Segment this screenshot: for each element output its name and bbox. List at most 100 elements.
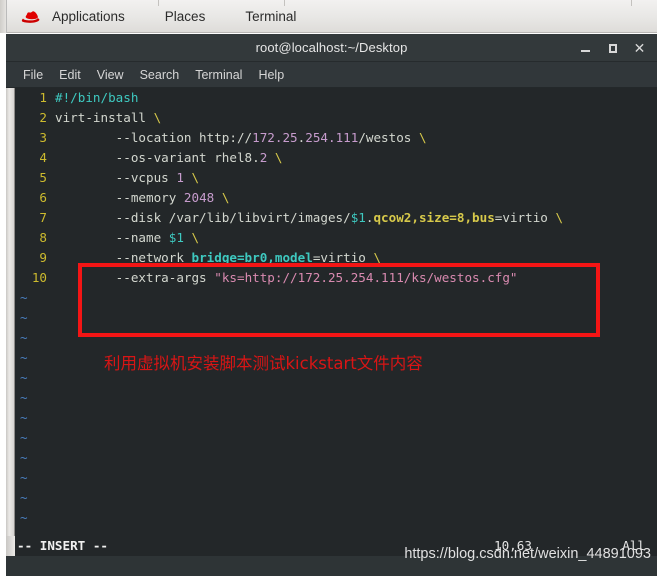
empty-line: ~: [6, 388, 657, 408]
code-line: 1 #!/bin/bash: [6, 88, 657, 108]
tilde-marker: ~: [20, 450, 28, 465]
redhat-fedora-icon: [20, 7, 42, 25]
window-title: root@localhost:~/Desktop: [255, 40, 408, 55]
line-number: 5: [39, 170, 47, 185]
code-line: 3 --location http://172.25.254.111/westo…: [6, 128, 657, 148]
menu-help[interactable]: Help: [250, 66, 292, 84]
chinese-annotation-text: 利用虚拟机安装脚本测试kickstart文件内容: [104, 354, 423, 373]
code-token: /westos: [358, 130, 419, 145]
code-token: =virtio: [312, 250, 374, 265]
code-token: qcow2,size=8,bus: [373, 210, 495, 225]
window-titlebar[interactable]: root@localhost:~/Desktop ✕: [6, 34, 657, 62]
code-token: #!/bin/bash: [55, 90, 139, 105]
tilde-marker: ~: [20, 330, 28, 345]
line-number: 9: [39, 250, 47, 265]
code-token: 1: [176, 170, 184, 185]
statusbar-left-edge: [6, 536, 15, 556]
menu-view[interactable]: View: [89, 66, 132, 84]
code-line: 8 --name $1 \: [6, 228, 657, 248]
empty-line: ~: [6, 488, 657, 508]
tilde-marker: ~: [20, 310, 28, 325]
code-token: --vcpus: [55, 170, 177, 185]
line-number: 1: [39, 90, 47, 105]
line-number: 2: [39, 110, 47, 125]
screen-root: Applications Places Terminal root@localh…: [0, 0, 657, 576]
code-token: virt-install: [55, 110, 154, 125]
empty-line: ~: [6, 468, 657, 488]
code-token: \: [274, 150, 283, 165]
code-token: --network: [55, 250, 192, 265]
tilde-marker: ~: [20, 290, 28, 305]
code-line: 9 --network bridge=br0,model=virtio \: [6, 248, 657, 268]
menu-edit[interactable]: Edit: [51, 66, 89, 84]
tilde-marker: ~: [20, 410, 28, 425]
line-number: 8: [39, 230, 47, 245]
empty-line: ~: [6, 428, 657, 448]
code-token: --os-variant rhel8.: [55, 150, 260, 165]
panel-tick-mark: [631, 0, 632, 6]
line-number: 4: [39, 150, 47, 165]
code-token: 2048: [183, 190, 215, 205]
watermark-url: https://blog.csdn.net/weixin_44891093: [404, 546, 651, 562]
minimize-icon[interactable]: [572, 34, 599, 62]
menu-terminal[interactable]: Terminal: [187, 66, 250, 84]
code-token: $1: [168, 230, 184, 245]
code-line: 10 --extra-args "ks=http://172.25.254.11…: [6, 268, 657, 288]
maximize-icon[interactable]: [599, 34, 626, 62]
empty-line: ~: [6, 308, 657, 328]
panel-menu-applications[interactable]: Applications: [43, 6, 134, 27]
code-token: =virtio: [494, 210, 556, 225]
line-number: 10: [31, 270, 47, 285]
empty-line: ~: [6, 508, 657, 528]
close-icon[interactable]: ✕: [626, 34, 653, 62]
panel-tick-mark: [158, 0, 159, 6]
code-token: bridge=br0,model: [191, 250, 313, 265]
code-line: 6 --memory 2048 \: [6, 188, 657, 208]
tilde-marker: ~: [20, 470, 28, 485]
menu-file[interactable]: File: [15, 66, 51, 84]
tilde-marker: ~: [20, 370, 28, 385]
empty-line: ~: [6, 408, 657, 428]
vim-mode-indicator: -- INSERT --: [17, 538, 108, 553]
code-token: \: [191, 230, 200, 245]
panel-left-edge: [0, 0, 7, 33]
code-token: --memory: [55, 190, 184, 205]
panel-menu-terminal[interactable]: Terminal: [236, 6, 305, 27]
empty-line: ~: [6, 448, 657, 468]
code-line: 4 --os-variant rhel8.2 \: [6, 148, 657, 168]
code-token: --extra-args: [55, 270, 215, 285]
code-token: \: [373, 250, 382, 265]
code-token: \: [153, 110, 162, 125]
line-number: 6: [39, 190, 47, 205]
code-line: 2 virt-install \: [6, 108, 657, 128]
panel-menu-places[interactable]: Places: [156, 6, 215, 27]
desktop-top-panel: Applications Places Terminal: [0, 0, 657, 33]
tilde-marker: ~: [20, 510, 28, 525]
code-token: "ks=http://172.25.254.111/ks/westos.cfg": [214, 270, 518, 285]
empty-line: ~: [6, 328, 657, 348]
terminal-menubar: File Edit View Search Terminal Help: [6, 62, 657, 88]
code-token: 254.111: [305, 130, 359, 145]
code-token: --disk /var/lib/libvirt/images/: [55, 210, 351, 225]
code-token: \: [221, 190, 230, 205]
code-token: \: [418, 130, 427, 145]
vim-editor-area[interactable]: 1 #!/bin/bash 2 virt-install \ 3 --location …: [6, 88, 657, 556]
tilde-marker: ~: [20, 490, 28, 505]
code-token: --name: [55, 230, 169, 245]
menu-search[interactable]: Search: [132, 66, 188, 84]
panel-tick-mark: [284, 0, 285, 6]
code-token: $1: [350, 210, 366, 225]
window-controls: ✕: [572, 34, 653, 62]
empty-line: ~: [6, 288, 657, 308]
code-token: 172.25: [252, 130, 298, 145]
tilde-marker: ~: [20, 390, 28, 405]
terminal-window: root@localhost:~/Desktop ✕ File Edit Vie…: [6, 34, 657, 576]
tilde-marker: ~: [20, 350, 28, 365]
code-line-list: 1 #!/bin/bash 2 virt-install \ 3 --location …: [6, 88, 657, 288]
empty-line-list: ~~~~~~~~~~~~~: [6, 288, 657, 548]
code-token: \: [191, 170, 200, 185]
code-line: 5 --vcpus 1 \: [6, 168, 657, 188]
line-number: 7: [39, 210, 47, 225]
